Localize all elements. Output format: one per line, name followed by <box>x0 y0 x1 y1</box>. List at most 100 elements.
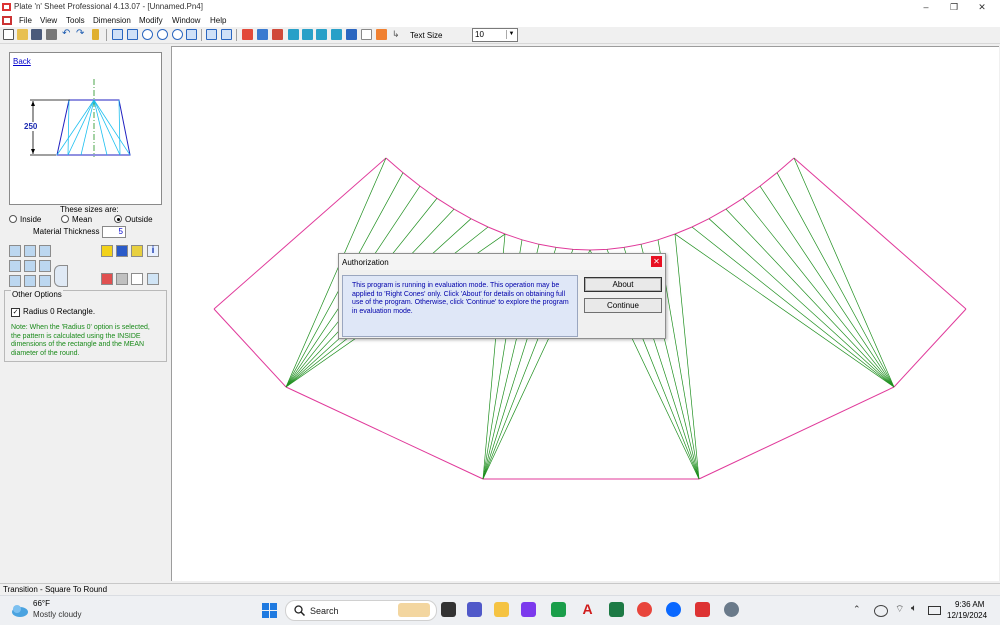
menu-file[interactable]: File <box>19 16 32 25</box>
dimension-label: 250 <box>24 122 38 131</box>
media-app-icon[interactable] <box>521 602 536 617</box>
dialog-title-bar: Authorization ✕ <box>339 254 665 270</box>
open-icon[interactable] <box>17 29 28 40</box>
fold-line <box>725 208 895 388</box>
chevron-up-icon[interactable]: ⌃ <box>853 604 861 615</box>
info-icon[interactable]: i <box>147 245 159 257</box>
zoom-extents-icon[interactable] <box>112 29 123 40</box>
zoom-out-icon[interactable] <box>157 29 168 40</box>
angle-icon[interactable] <box>131 273 143 285</box>
continue-button[interactable]: Continue <box>584 298 662 313</box>
pattern-edge <box>893 308 967 388</box>
shape-cone-button[interactable] <box>9 245 21 257</box>
cube-icon[interactable] <box>116 245 128 257</box>
scale-icon[interactable] <box>346 29 357 40</box>
dimension-icon[interactable] <box>257 29 268 40</box>
app-icon <box>2 3 11 11</box>
tag-icon[interactable] <box>131 245 143 257</box>
material-thickness-input[interactable]: 5 <box>102 226 126 238</box>
teams-icon[interactable] <box>467 602 482 617</box>
print-icon[interactable] <box>46 29 57 40</box>
new-icon[interactable] <box>3 29 14 40</box>
other-options-title: Other Options <box>11 290 63 299</box>
shape-box-button[interactable] <box>39 260 51 272</box>
fit-icon[interactable] <box>206 29 217 40</box>
battery-icon[interactable] <box>928 606 941 615</box>
chrome-icon[interactable] <box>637 602 652 617</box>
shape-square-round-button[interactable] <box>9 260 21 272</box>
dialog-title: Authorization <box>342 258 389 267</box>
mean-radio[interactable] <box>61 215 69 223</box>
text-size-select[interactable]: 10 ▼ <box>472 28 518 42</box>
redo-icon[interactable]: ↷ <box>76 29 87 40</box>
shape-round-button[interactable] <box>54 265 68 287</box>
edit-icon[interactable] <box>147 273 159 285</box>
volume-icon[interactable]: 🔈︎ <box>911 603 917 614</box>
file-explorer-icon[interactable] <box>494 602 509 617</box>
save-icon[interactable] <box>31 29 42 40</box>
windows-start-icon[interactable] <box>262 603 277 618</box>
clock-time[interactable]: 9:36 AM <box>955 600 984 609</box>
undo-icon[interactable]: ↶ <box>62 29 73 40</box>
ruler-icon[interactable] <box>101 245 113 257</box>
menu-help[interactable]: Help <box>210 16 226 25</box>
key-icon[interactable] <box>92 29 99 40</box>
about-button[interactable]: About <box>584 277 662 292</box>
toolbar: ↶ ↷ ↳ Text Size 10 ▼ <box>0 27 1000 44</box>
taskbar-search[interactable]: Search <box>285 600 437 621</box>
clock-date[interactable]: 12/19/2024 <box>947 611 987 620</box>
shape-hopper-button[interactable] <box>9 275 21 287</box>
plate-n-sheet-icon[interactable] <box>695 602 710 617</box>
pointer-icon[interactable]: ↳ <box>392 29 403 40</box>
menu-tools[interactable]: Tools <box>66 16 85 25</box>
acrobat-icon[interactable]: A <box>580 602 595 617</box>
dialog-close-button[interactable]: ✕ <box>651 256 662 267</box>
menu-view[interactable]: View <box>40 16 57 25</box>
copy-icon[interactable] <box>302 29 313 40</box>
redraw-icon[interactable] <box>221 29 232 40</box>
menu-window[interactable]: Window <box>172 16 200 25</box>
weather-description[interactable]: Mostly cloudy <box>33 610 81 619</box>
restore-button[interactable]: ❐ <box>940 1 968 13</box>
shape-elbow-button[interactable] <box>39 275 51 287</box>
outside-radio[interactable] <box>114 215 122 223</box>
minimize-button[interactable]: – <box>912 1 940 13</box>
shape-rect-button[interactable] <box>39 245 51 257</box>
zoom-window-icon[interactable] <box>127 29 138 40</box>
layers-icon[interactable] <box>376 29 387 40</box>
fold-line <box>691 226 895 388</box>
wifi-icon[interactable]: ⌔ <box>895 603 904 616</box>
menu-modify[interactable]: Modify <box>139 16 163 25</box>
shape-duct-button[interactable] <box>24 275 36 287</box>
measure-icon[interactable] <box>242 29 253 40</box>
cloud-weather-icon[interactable] <box>10 601 30 619</box>
search-placeholder: Search <box>310 606 339 616</box>
task-view-icon[interactable] <box>441 602 456 617</box>
excel-icon[interactable] <box>609 602 624 617</box>
material-thickness-label: Material Thickness <box>33 227 100 236</box>
pan-icon[interactable] <box>186 29 197 40</box>
zoom-previous-icon[interactable] <box>172 29 183 40</box>
inside-radio[interactable] <box>9 215 17 223</box>
network-status-icon[interactable] <box>874 605 888 617</box>
move-icon[interactable] <box>288 29 299 40</box>
calculator-icon[interactable] <box>116 273 128 285</box>
xbox-icon[interactable] <box>551 602 566 617</box>
menu-dimension[interactable]: Dimension <box>93 16 131 25</box>
chevron-down-icon[interactable]: ▼ <box>506 30 516 39</box>
text-icon[interactable] <box>272 29 283 40</box>
zalo-icon[interactable] <box>666 602 681 617</box>
grid-icon[interactable] <box>361 29 372 40</box>
zoom-in-icon[interactable] <box>142 29 153 40</box>
inside-label: Inside <box>20 215 42 224</box>
mirror-icon[interactable] <box>331 29 342 40</box>
weather-temperature[interactable]: 66°F <box>33 599 50 608</box>
pattern-edge <box>793 157 967 310</box>
settings-gear-icon[interactable] <box>724 602 739 617</box>
shape-square-button[interactable] <box>24 245 36 257</box>
radius-zero-checkbox[interactable]: ✓ <box>11 308 20 317</box>
table-icon[interactable] <box>101 273 113 285</box>
close-button[interactable]: ✕ <box>968 1 996 13</box>
rotate-icon[interactable] <box>316 29 327 40</box>
shape-offset-button[interactable] <box>24 260 36 272</box>
